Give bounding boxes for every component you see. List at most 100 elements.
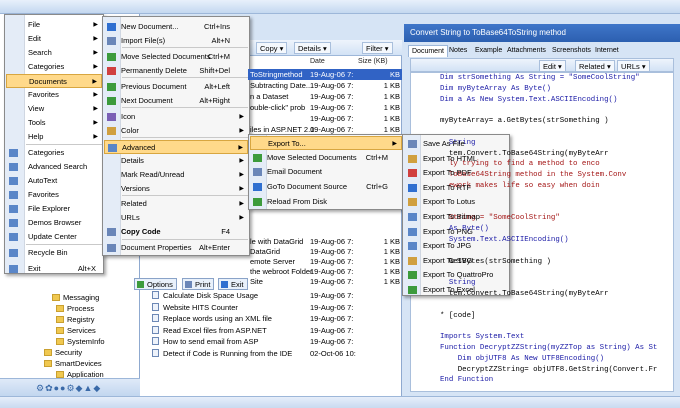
tree-item-systeminfo[interactable]: SystemInfo [56,336,105,347]
documents-menu-item[interactable]: Details ▶ [104,154,248,168]
options-button[interactable]: Options [134,278,177,290]
export-menu-item[interactable]: Export To Lotus [404,195,508,209]
print-button[interactable]: Print [182,278,215,290]
tree-item-registry[interactable]: Registry [56,314,95,325]
menu-item-label: Color [121,126,139,135]
list-item[interactable]: Detect if Code is Running from the IDE 02… [152,348,398,360]
documents-menu-item[interactable]: Import File(s) Alt+N [104,34,248,48]
chevron-right-icon: ▶ [239,128,244,134]
list-item[interactable]: How to send email from ASP 19-Aug-06 7: [152,336,398,348]
table-row[interactable]: Subtracting Date... 19-Aug-06 7: 1 KB [248,80,402,91]
documents-menu-item[interactable]: URLs ▶ [104,211,248,225]
column-header-size[interactable]: Size (KB) [358,58,388,68]
export-menu-item[interactable]: Export To RTF [404,181,508,195]
row-size: 1 KB [383,125,400,134]
tab-notes[interactable]: Notes [446,45,470,57]
main-menu-item[interactable]: File ▶ [6,18,102,32]
row-date: 19-Aug-06 7: [310,125,354,134]
documents-menu-item[interactable]: Copy Code F4 [104,225,248,239]
tree-item-services[interactable]: Services [56,325,96,336]
tab-internet[interactable]: Internet [592,45,622,57]
advanced-menu-item[interactable]: Move Selected Documents Ctrl+M [250,151,402,165]
list-item[interactable]: Website HITS Counter 19-Aug-06 7: [152,302,398,314]
advanced-menu-item[interactable]: GoTo Document Source Ctrl+G [250,180,402,194]
copy-button[interactable]: Copy ▾ [256,42,288,54]
documents-menu-item[interactable]: Document Properties Alt+Enter [104,241,248,255]
tree-item-process[interactable]: Process [56,303,94,314]
column-header-date[interactable]: Date [310,58,325,68]
quick-launch-icons[interactable]: ⚙✿●●⚙◆▲◆ [36,383,101,393]
filter-button[interactable]: Filter ▾ [362,42,393,54]
chevron-right-icon: ▶ [93,64,98,70]
documents-menu-item[interactable]: Previous Document Alt+Left [104,80,248,94]
table-row[interactable]: iles in ASP.NET 2.0 19-Aug-06 7: 1 KB [248,124,402,135]
table-row[interactable]: ouble-click" prob 19-Aug-06 7: 1 KB [248,102,402,113]
documents-menu-item[interactable]: Icon ▶ [104,110,248,124]
main-menu-item[interactable]: Search ▶ [6,46,102,60]
export-menu-item[interactable]: Save As File [404,137,508,151]
tab-document[interactable]: Document [408,45,448,57]
exit-button[interactable]: Exit [218,278,248,290]
main-menu-item[interactable]: Recycle Bin [6,246,102,260]
tree-item-messaging[interactable]: Messaging [52,292,99,303]
documents-menu-item[interactable]: Color ▶ [104,124,248,138]
documents-menu-item[interactable]: Next Document Alt+Right [104,94,248,108]
menu-item-icon [107,244,116,252]
list-item[interactable]: Read Excel files from ASP.NET 19-Aug-06 7… [152,325,398,337]
list-item[interactable]: Calculate Disk Space Usage 19-Aug-06 7: [152,290,398,302]
table-row[interactable]: Site 19-Aug-06 7: 1 KB [248,276,402,287]
urls-button[interactable]: URLs ▾ [617,60,650,72]
export-menu-item[interactable]: Export To Excel [404,283,508,297]
main-menu-item[interactable]: Update Center [6,230,102,244]
documents-menu-item[interactable]: Versions ▶ [104,182,248,196]
main-menu-item[interactable]: Documents ▶ [6,74,102,88]
main-menu-item[interactable]: Demos Browser [6,216,102,230]
tab-example[interactable]: Example [472,45,505,57]
export-menu-item[interactable]: Export To HTML [404,152,508,166]
main-menu-item[interactable]: AutoText [6,174,102,188]
documents-menu-item[interactable]: New Document... Ctrl+Ins [104,20,248,34]
export-menu-item[interactable]: Export To QuattroPro [404,268,508,282]
export-menu-item[interactable]: Export To PNG [404,225,508,239]
advanced-menu-item[interactable]: Email Document [250,165,402,179]
main-menu-item[interactable]: Edit ▶ [6,32,102,46]
table-row[interactable]: n a Dataset 19-Aug-06 7: 1 KB [248,91,402,102]
main-menu-item[interactable]: File Explorer [6,202,102,216]
advanced-menu-item[interactable]: Reload From Disk [250,195,402,209]
list-item[interactable]: Replace words using an XML file 19-Aug-06… [152,313,398,325]
document-icon [152,302,159,311]
export-menu-item[interactable]: Export To Bitmap [404,210,508,224]
main-menu-item[interactable]: Categories ▶ [6,60,102,74]
row-title: Subtracting Date... [250,81,313,90]
tab-attachments[interactable]: Attachments [504,45,549,57]
main-menu-item[interactable]: View ▶ [6,102,102,116]
main-menu-item[interactable]: Favorites [6,188,102,202]
edit-button[interactable]: Edit ▾ [539,60,566,72]
quick-launch-bar[interactable]: ⚙✿●●⚙◆▲◆ [0,378,140,396]
export-menu-item[interactable]: Export To JPG [404,239,508,253]
menu-item-icon [408,198,417,207]
documents-menu-item[interactable]: Move Selected Documents Ctrl+M [104,50,248,64]
main-menu-item[interactable]: Categories [6,146,102,160]
tree-item-smartdevices[interactable]: SmartDevices [44,358,102,369]
main-menu-item[interactable]: Tools ▶ [6,116,102,130]
tree-item-security[interactable]: Security [44,347,82,358]
documents-menu-item[interactable]: Mark Read/Unread ▶ [104,168,248,182]
menu-item-shortcut: Alt+N [211,36,230,45]
table-row[interactable]: ToStringmethod 19-Aug-06 7: KB [248,69,402,80]
main-menu-item[interactable]: Exit Alt+X [6,262,102,276]
tab-screenshots[interactable]: Screenshots [549,45,594,57]
documents-menu-item[interactable]: Advanced ▶ [104,140,248,154]
menu-item-label: Export To Excel [423,285,475,294]
advanced-menu-item[interactable]: Export To... ▶ [250,136,402,150]
main-menu-item[interactable]: Advanced Search [6,160,102,174]
documents-menu-item[interactable]: Related ▶ [104,197,248,211]
table-row[interactable]: 19-Aug-06 7: 1 KB [248,113,402,124]
related-button[interactable]: Related ▾ [575,60,615,72]
export-menu-item[interactable]: Export To SVG [404,254,508,268]
documents-menu-item[interactable]: Permanently Delete Shift+Del [104,64,248,78]
details-button[interactable]: Details ▾ [294,42,331,54]
main-menu-item[interactable]: Help ▶ [6,130,102,144]
main-menu-item[interactable]: Favorites ▶ [6,88,102,102]
export-menu-item[interactable]: Export To PDF [404,166,508,180]
